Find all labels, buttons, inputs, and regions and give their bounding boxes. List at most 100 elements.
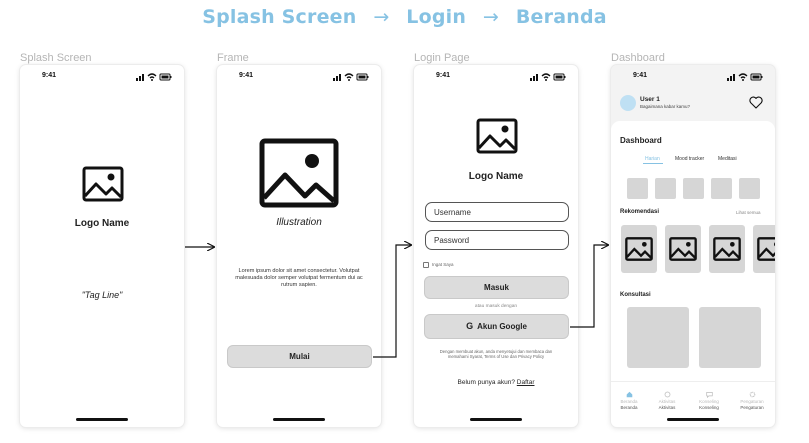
battery-icon	[750, 73, 763, 81]
signal-icon	[136, 74, 144, 81]
nav-beranda[interactable]: Beranda Beranda	[611, 391, 647, 410]
status-time: 9:41	[42, 72, 57, 79]
tab-active-indicator	[643, 163, 663, 164]
splash-logo-name: Logo Name	[74, 218, 130, 229]
battery-icon	[553, 73, 566, 81]
user-greeting: Bagaimana kabar kamu?	[640, 104, 691, 109]
login-phone: 9:41 Logo Name Username Password Ingat S…	[414, 65, 578, 427]
frame-label-splash: Splash Screen	[20, 52, 92, 64]
status-time: 9:41	[633, 72, 648, 79]
daily-box[interactable]	[683, 178, 704, 199]
splash-tag-line: "Tag Line"	[81, 290, 123, 300]
wifi-icon	[344, 73, 354, 81]
illustration-caption: Illustration	[276, 217, 322, 228]
home-icon	[626, 391, 632, 398]
daily-box[interactable]	[711, 178, 732, 199]
frame-label-frame: Frame	[217, 52, 249, 64]
home-indicator	[76, 418, 128, 421]
status-bar: 9:41	[217, 72, 381, 82]
register-prompt: Belum punya akun? Daftar	[414, 379, 578, 386]
tab-mood-tracker[interactable]: Mood tracker	[675, 156, 704, 162]
nav-konseling[interactable]: Konseling Konseling	[691, 391, 727, 410]
image-placeholder-icon	[82, 166, 124, 202]
flow-arrow-icon: →	[373, 6, 390, 28]
nav-aktivitas-sub: Aktivitas	[658, 399, 676, 404]
image-placeholder-icon	[669, 237, 697, 261]
wifi-icon	[738, 73, 748, 81]
see-all-link[interactable]: Lihat semua	[736, 210, 761, 215]
splash-screen-phone: 9:41 Logo Name "Tag Line"	[20, 65, 184, 427]
nav-beranda-sub: Beranda	[620, 399, 638, 404]
activity-icon	[664, 391, 670, 398]
signal-icon	[727, 74, 735, 81]
recommendation-card[interactable]	[753, 225, 775, 273]
nav-aktivitas[interactable]: Aktivitas Aktivitas	[649, 391, 685, 410]
status-time: 9:41	[239, 72, 254, 79]
nav-konseling-label: Konseling	[699, 405, 719, 410]
status-icons	[530, 73, 566, 81]
heart-icon[interactable]	[749, 96, 763, 109]
remember-checkbox[interactable]	[423, 262, 429, 268]
home-indicator	[470, 418, 522, 421]
register-link[interactable]: Daftar	[517, 379, 535, 386]
nav-pengaturan-sub: Pengaturan	[740, 399, 764, 404]
consult-card[interactable]	[699, 307, 761, 368]
google-login-button[interactable]: G Akun Google	[424, 314, 569, 339]
password-field[interactable]: Password	[425, 230, 569, 250]
recommendation-card[interactable]	[665, 225, 701, 273]
dashboard-title: Dashboard	[620, 136, 662, 145]
image-placeholder-icon	[757, 237, 775, 261]
avatar[interactable]	[620, 95, 636, 111]
google-button-label: Akun Google	[477, 322, 527, 331]
flow-arrow-icon: →	[482, 6, 500, 28]
nav-beranda-label: Beranda	[620, 405, 638, 410]
nav-pengaturan-label: Pengaturan	[740, 405, 764, 410]
login-logo-name: Logo Name	[468, 171, 524, 182]
nav-konseling-sub: Konseling	[699, 399, 719, 404]
tab-meditasi[interactable]: Meditasi	[718, 156, 737, 162]
chat-icon	[705, 392, 713, 398]
dashboard-phone: 9:41 User 1 Bagaimana kabar kamu? Dashbo…	[611, 65, 775, 427]
nav-aktivitas-label: Aktivitas	[658, 405, 676, 410]
status-bar: 9:41	[20, 72, 184, 82]
flow-step-login: Login	[406, 6, 467, 28]
daily-box[interactable]	[739, 178, 760, 199]
consult-title: Konsultasi	[620, 292, 651, 298]
user-name: User 1	[640, 96, 660, 103]
daily-box[interactable]	[655, 178, 676, 199]
or-login-with-text: atau masuk dengan	[474, 304, 518, 309]
frame-label-login: Login Page	[414, 52, 470, 64]
login-button[interactable]: Masuk	[424, 276, 569, 299]
register-prompt-text: Belum punya akun?	[457, 379, 515, 386]
frame-label-dashboard: Dashboard	[611, 52, 665, 64]
nav-pengaturan[interactable]: Pengaturan Pengaturan	[734, 391, 770, 410]
wifi-icon	[147, 73, 157, 81]
login-logo-icon	[476, 118, 518, 154]
recommendation-title: Rekomendasi	[620, 209, 660, 215]
signal-icon	[530, 74, 538, 81]
bottom-nav-divider	[611, 381, 775, 382]
onboarding-body-text: Lorem ipsum dolor sit amet consectetur. …	[235, 268, 363, 288]
daily-box[interactable]	[627, 178, 648, 199]
gear-icon	[749, 391, 755, 398]
battery-icon	[356, 73, 369, 81]
illustration-image-icon	[259, 138, 339, 208]
image-placeholder-icon	[625, 237, 653, 261]
google-icon: G	[466, 321, 474, 331]
username-field[interactable]: Username	[425, 202, 569, 222]
recommendation-card[interactable]	[621, 225, 657, 273]
consult-card[interactable]	[627, 307, 689, 368]
start-button[interactable]: Mulai	[227, 345, 372, 368]
wifi-icon	[541, 73, 551, 81]
onboarding-phone: 9:41 Illustration Lorem ipsum dolor sit …	[217, 65, 381, 427]
flow-step-beranda: Beranda	[515, 6, 607, 28]
status-time: 9:41	[436, 72, 451, 79]
home-indicator	[273, 418, 325, 421]
battery-icon	[159, 73, 172, 81]
tab-harian[interactable]: Harian	[645, 156, 660, 162]
status-icons	[333, 73, 369, 81]
status-icons	[727, 73, 763, 81]
terms-text: Dengan membuat akun, anda menyetujui dan…	[439, 349, 553, 360]
home-indicator	[667, 418, 719, 421]
recommendation-card[interactable]	[709, 225, 745, 273]
